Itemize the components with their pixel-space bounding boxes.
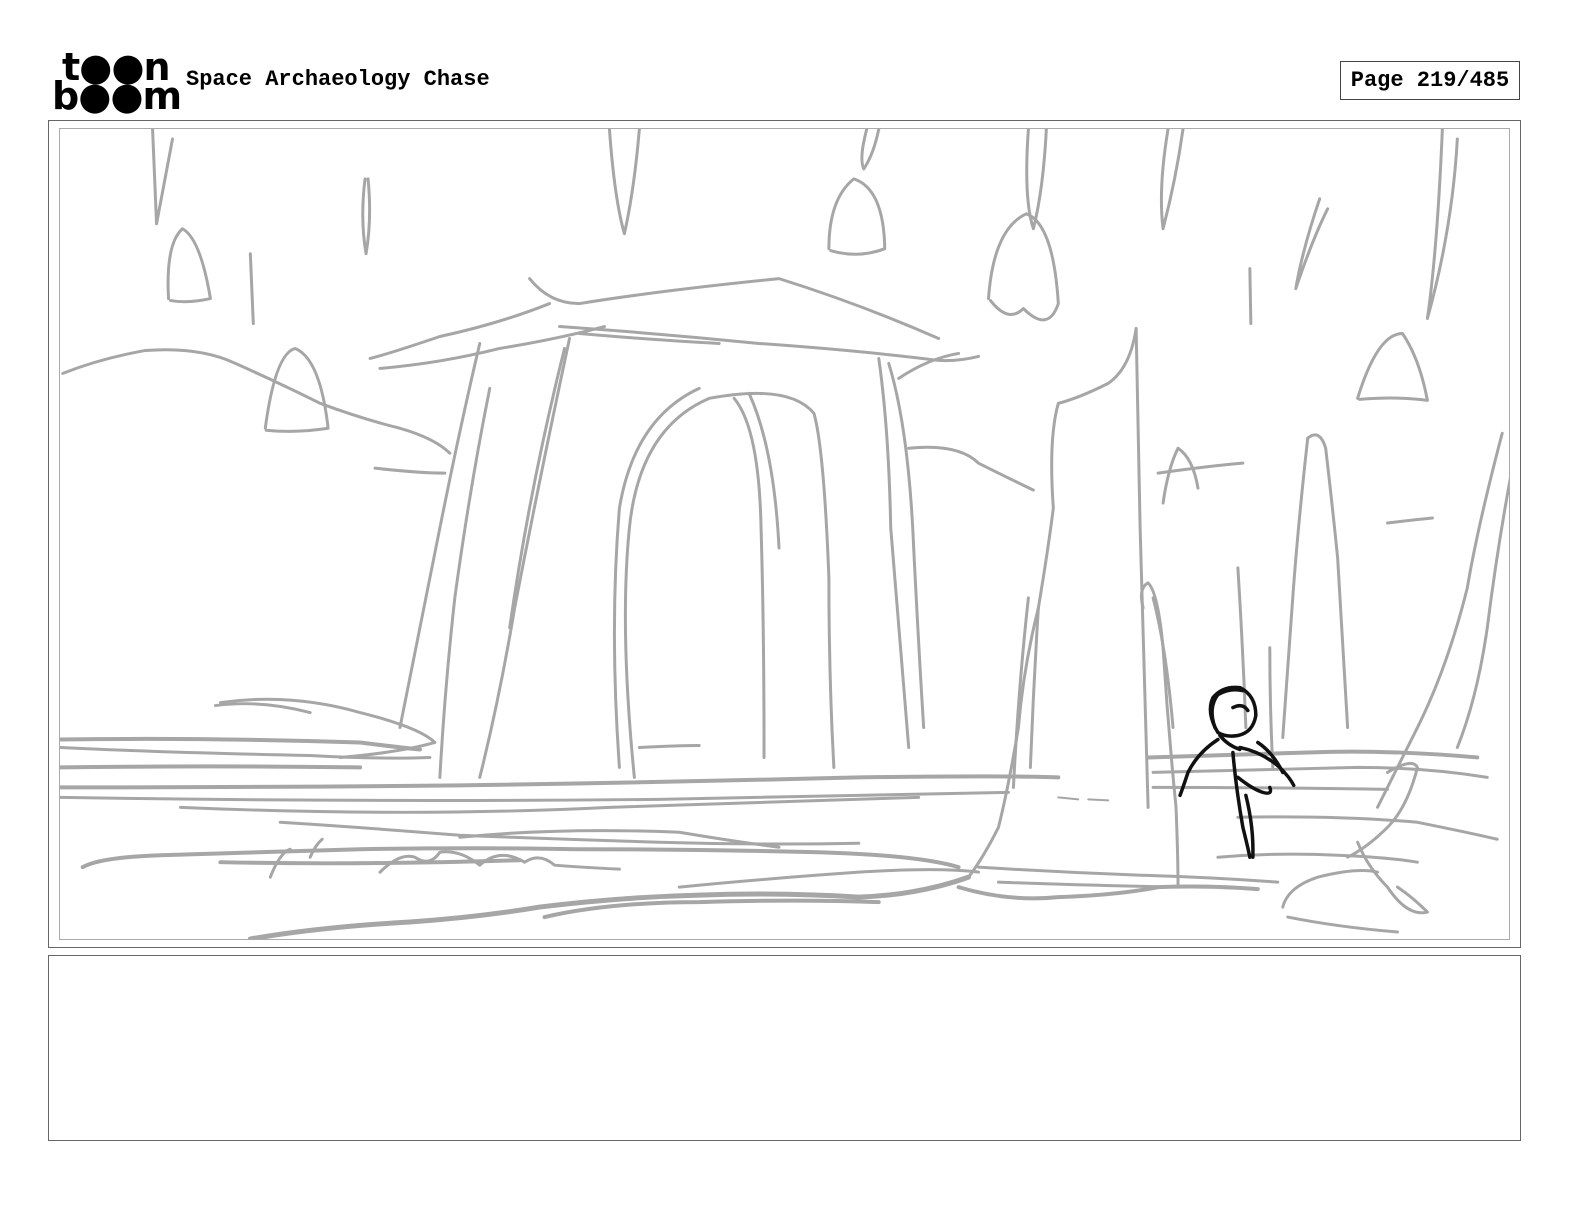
notes-panel	[48, 955, 1521, 1141]
project-title: Space Archaeology Chase	[186, 67, 490, 92]
panel-drawing-area	[59, 128, 1510, 940]
toonboom-logo: t●●n b●●m	[52, 48, 182, 115]
page-indicator: Page 219/485	[1340, 61, 1520, 100]
storyboard-panel	[48, 120, 1521, 948]
sketch-drawing	[60, 129, 1509, 939]
background-sketch	[60, 129, 1509, 939]
logo-bottom-line: b●●m	[52, 74, 182, 118]
